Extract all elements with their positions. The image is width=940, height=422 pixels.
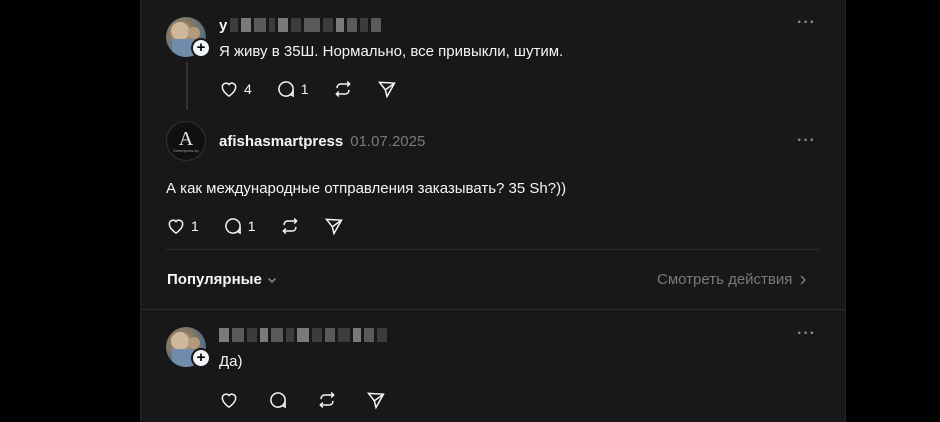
post-date[interactable]: 01.07.2025 xyxy=(350,133,425,150)
more-options-icon[interactable]: ··· xyxy=(797,14,816,32)
avatar-logo-letter: A xyxy=(178,127,194,150)
thread-feed: + у ··· Я живу в 35Ш. Нормально, все при… xyxy=(140,0,846,422)
reply-count: 1 xyxy=(300,81,309,97)
follow-plus-icon[interactable]: + xyxy=(191,38,211,58)
post-username[interactable] xyxy=(219,326,387,344)
chevron-right-icon xyxy=(800,274,807,285)
avatar-logo-caption: Smartpress.by xyxy=(173,147,199,153)
reply-button[interactable]: 1 xyxy=(223,216,256,236)
section-divider xyxy=(141,309,845,310)
like-count: 1 xyxy=(191,218,199,234)
like-button[interactable] xyxy=(219,390,239,410)
post-actions: 4 1 xyxy=(219,79,397,99)
post-header: afishasmartpress 01.07.2025 xyxy=(219,133,425,150)
like-button[interactable]: 1 xyxy=(166,216,199,236)
post-username[interactable]: afishasmartpress xyxy=(219,133,343,150)
repost-button[interactable] xyxy=(280,216,300,236)
thread-connector-line xyxy=(186,62,188,110)
reply-button[interactable]: 1 xyxy=(276,79,309,99)
reply-count: 1 xyxy=(247,218,256,234)
post-username[interactable]: у xyxy=(219,16,382,34)
heart-icon xyxy=(221,393,237,408)
comment-icon xyxy=(278,81,294,98)
share-button[interactable] xyxy=(377,79,397,99)
repost-icon xyxy=(281,217,298,235)
send-icon xyxy=(324,218,343,236)
sort-label: Популярные xyxy=(167,271,262,288)
heart-icon xyxy=(168,219,184,234)
like-button[interactable]: 4 xyxy=(219,79,252,99)
repost-icon xyxy=(319,391,335,409)
avatar[interactable]: A Smartpress.by xyxy=(166,121,206,161)
send-icon xyxy=(366,392,385,410)
username-first-letter: у xyxy=(219,16,228,34)
divider xyxy=(166,249,819,250)
post-actions xyxy=(219,390,386,410)
comment-icon xyxy=(225,218,241,235)
view-activity-link[interactable]: Смотреть действия xyxy=(657,271,808,288)
repost-button[interactable] xyxy=(317,390,337,410)
send-icon xyxy=(377,81,396,99)
share-button[interactable] xyxy=(324,216,344,236)
sort-dropdown[interactable]: Популярные xyxy=(167,271,278,288)
username-pixelated xyxy=(219,326,387,344)
post-text: Да) xyxy=(219,353,243,370)
heart-icon xyxy=(221,82,237,97)
post-text: А как международные отправления заказыва… xyxy=(166,180,567,197)
comment-icon xyxy=(270,392,286,409)
repost-button[interactable] xyxy=(333,79,353,99)
more-options-icon[interactable]: ··· xyxy=(797,325,816,343)
post-text: Я живу в 35Ш. Нормально, все привыкли, ш… xyxy=(219,43,564,60)
more-options-icon[interactable]: ··· xyxy=(797,132,816,150)
username-pixelated: у xyxy=(219,16,382,34)
like-count: 4 xyxy=(244,81,252,97)
share-button[interactable] xyxy=(366,390,386,410)
follow-plus-icon[interactable]: + xyxy=(191,348,211,368)
view-activity-label: Смотреть действия xyxy=(657,271,793,288)
reply-button[interactable] xyxy=(268,390,288,410)
post-actions: 1 1 xyxy=(166,216,344,236)
chevron-down-icon xyxy=(267,277,276,283)
repost-icon xyxy=(334,80,351,98)
